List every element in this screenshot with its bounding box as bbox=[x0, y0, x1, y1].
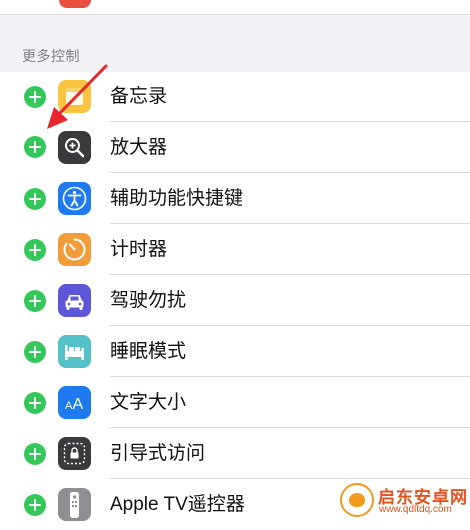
add-button[interactable] bbox=[24, 290, 46, 312]
list-item-sleep-mode[interactable]: 睡眠模式 bbox=[0, 326, 470, 377]
accessibility-icon bbox=[58, 182, 91, 215]
section-header-more-controls: 更多控制 bbox=[22, 48, 80, 64]
list-item-magnifier[interactable]: 放大器 bbox=[0, 122, 470, 173]
item-label: 文字大小 bbox=[110, 392, 187, 413]
notes-icon bbox=[58, 80, 91, 113]
watermark-badge-icon bbox=[340, 483, 374, 517]
item-label: 引导式访问 bbox=[110, 443, 206, 464]
previous-section-card bbox=[0, 0, 470, 14]
list-item-driving-focus[interactable]: 驾驶勿扰 bbox=[0, 275, 470, 326]
item-label: 辅助功能快捷键 bbox=[110, 188, 244, 209]
car-icon bbox=[58, 284, 91, 317]
text-size-icon: AA bbox=[58, 386, 91, 419]
list-item-text-size[interactable]: AA 文字大小 bbox=[0, 377, 470, 428]
divider bbox=[0, 14, 470, 15]
remote-icon bbox=[58, 488, 91, 521]
add-button[interactable] bbox=[24, 443, 46, 465]
partial-app-icon bbox=[59, 0, 91, 8]
list-item-notes[interactable]: 备忘录 bbox=[0, 72, 470, 122]
list-item-timer[interactable]: 计时器 bbox=[0, 224, 470, 275]
add-button[interactable] bbox=[24, 392, 46, 414]
magnifier-icon bbox=[58, 131, 91, 164]
watermark-logo: 启东安卓网 www.qdltdq.com bbox=[340, 483, 470, 519]
timer-icon bbox=[58, 233, 91, 266]
add-button[interactable] bbox=[24, 494, 46, 516]
item-label: 备忘录 bbox=[110, 86, 168, 107]
more-controls-list: 备忘录 放大器 辅助功能快捷键 计时器 驾驶勿扰 睡眠模式 A A 文字大小 引… bbox=[0, 72, 470, 530]
list-item-guided-access[interactable]: 引导式访问 bbox=[0, 428, 470, 479]
add-button[interactable] bbox=[24, 86, 46, 108]
list-item-accessibility-shortcut[interactable]: 辅助功能快捷键 bbox=[0, 173, 470, 224]
add-button[interactable] bbox=[24, 341, 46, 363]
watermark-url: www.qdltdq.com bbox=[379, 504, 452, 515]
add-button[interactable] bbox=[24, 188, 46, 210]
item-label: 计时器 bbox=[110, 239, 168, 260]
lock-icon bbox=[58, 437, 91, 470]
item-label: 放大器 bbox=[110, 137, 168, 158]
item-label: 驾驶勿扰 bbox=[110, 290, 187, 311]
add-button[interactable] bbox=[24, 239, 46, 261]
item-label: 睡眠模式 bbox=[110, 341, 187, 362]
add-button[interactable] bbox=[24, 136, 46, 158]
item-label: Apple TV遥控器 bbox=[110, 494, 245, 515]
svg-text:A: A bbox=[73, 396, 84, 413]
bed-icon bbox=[58, 335, 91, 368]
